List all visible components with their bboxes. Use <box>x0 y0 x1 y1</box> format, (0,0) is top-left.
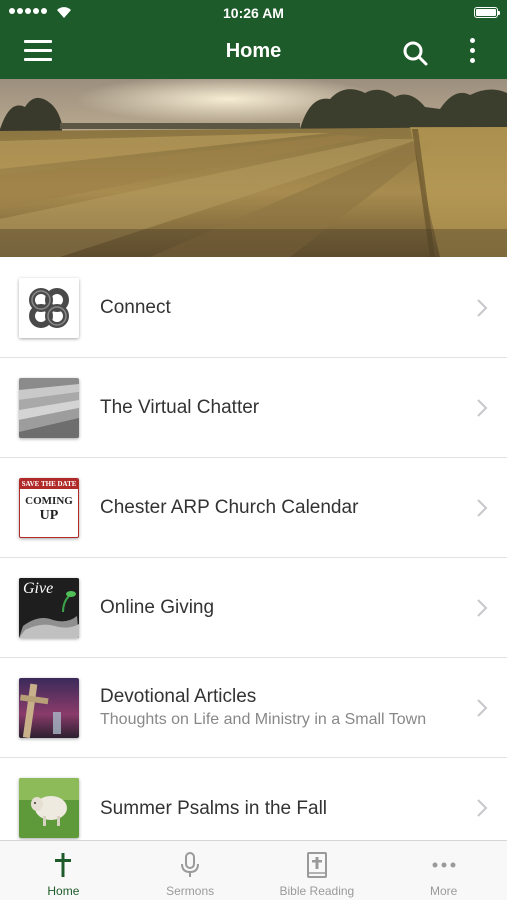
tab-home[interactable]: Home <box>0 841 127 900</box>
chevron-right-icon <box>477 499 488 517</box>
tab-bar: Home Sermons Bible Reading More <box>0 840 507 900</box>
microphone-icon <box>181 852 200 877</box>
chevron-right-icon <box>477 299 488 317</box>
save-the-date-banner: SAVE THE DATE <box>20 479 78 489</box>
vertical-dots-icon[interactable] <box>467 38 477 68</box>
thumbnail-save-the-date: SAVE THE DATE COMING UP <box>19 478 79 538</box>
chevron-right-icon <box>477 799 488 817</box>
nav-bar: Home <box>0 26 507 79</box>
up-text: UP <box>39 508 59 523</box>
status-time: 10:26 AM <box>223 5 284 21</box>
chevron-right-icon <box>477 599 488 617</box>
battery-icon <box>474 7 500 18</box>
tab-label: Home <box>47 884 80 898</box>
coming-text: COMING <box>25 495 73 507</box>
tab-label: Bible Reading <box>279 884 355 898</box>
thumbnail-give-hands: Give <box>19 578 79 638</box>
thumbnail-cross-sunset <box>19 678 79 738</box>
item-title: Devotional Articles <box>100 686 257 707</box>
item-title: Connect <box>100 297 171 318</box>
thumbnail-sheep <box>19 778 79 838</box>
thumbnail-stacked-paper <box>19 378 79 438</box>
list-item-virtual-chatter[interactable]: The Virtual Chatter <box>0 358 507 458</box>
page-title: Home <box>225 40 282 62</box>
list-item-church-calendar[interactable]: SAVE THE DATE COMING UP Chester ARP Chur… <box>0 458 507 558</box>
item-subtitle: Thoughts on Life and Ministry in a Small… <box>100 711 427 728</box>
bible-icon <box>306 852 327 878</box>
content-list: Connect The Virtual Chatter SAVE THE DAT… <box>0 258 507 858</box>
chevron-right-icon <box>477 699 488 717</box>
item-title: Chester ARP Church Calendar <box>100 497 359 518</box>
item-title: Summer Psalms in the Fall <box>100 797 328 819</box>
horizontal-dots-icon <box>432 862 456 868</box>
thumbnail-celtic-knot <box>19 278 79 338</box>
list-item-devotional-articles[interactable]: Devotional Articles Thoughts on Life and… <box>0 658 507 758</box>
status-bar: 10:26 AM <box>0 0 507 26</box>
tab-more[interactable]: More <box>380 841 507 900</box>
tab-sermons[interactable]: Sermons <box>127 841 254 900</box>
hamburger-menu-icon[interactable] <box>24 40 54 64</box>
search-icon[interactable] <box>401 39 429 67</box>
cross-icon <box>55 853 72 877</box>
list-item-connect[interactable]: Connect <box>0 258 507 358</box>
item-title: Online Giving <box>100 597 215 618</box>
hero-banner-image <box>0 79 507 257</box>
tab-label: More <box>429 884 458 898</box>
chevron-right-icon <box>477 399 488 417</box>
tab-bible-reading[interactable]: Bible Reading <box>254 841 381 900</box>
tab-label: Sermons <box>166 884 215 898</box>
give-text: Give <box>23 580 54 597</box>
item-title: The Virtual Chatter <box>100 397 260 418</box>
list-item-online-giving[interactable]: Give Online Giving <box>0 558 507 658</box>
